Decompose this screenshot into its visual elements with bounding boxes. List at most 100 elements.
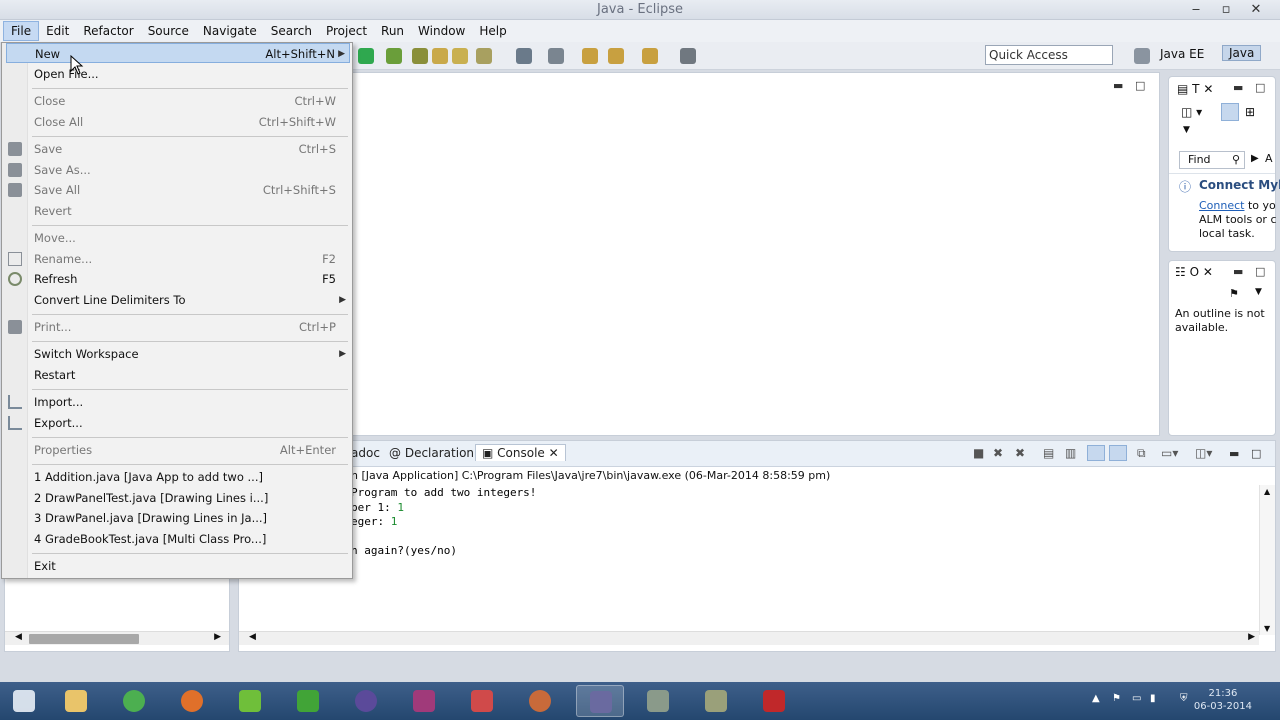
menu-refactor[interactable]: Refactor [76,22,140,40]
scheduled-icon[interactable]: ⊞ [1245,105,1255,119]
minimize-icon[interactable]: ▬ [1233,81,1243,94]
menu-item-move[interactable]: Move... [6,228,350,248]
find-input[interactable]: Find ⚲ [1179,151,1245,169]
perspective-java-ee[interactable]: Java EE [1160,47,1204,61]
new-java-project-icon[interactable] [432,48,448,64]
tray-screen-icon[interactable]: ▭ [1132,693,1141,704]
menu-item-close[interactable]: Close Ctrl+W [6,91,350,111]
pin-console-icon[interactable]: ⧉ [1137,446,1146,461]
taskbar-chrome[interactable] [110,685,158,717]
terminate-icon[interactable]: ■ [973,446,984,460]
all-filter[interactable]: A [1265,152,1273,165]
menu-item-restart[interactable]: Restart [6,365,350,385]
maximize-button[interactable]: ▫ [1214,1,1238,19]
scroll-up-icon[interactable]: ▲ [1264,487,1270,496]
view-menu-icon[interactable]: ▼ [1183,125,1190,135]
minimize-icon[interactable]: ▬ [1113,79,1123,92]
menu-item-rename[interactable]: Rename... F2 [6,249,350,269]
external-tools-icon[interactable] [412,48,428,64]
taskbar-app-12[interactable] [692,685,740,717]
open-perspective-icon[interactable] [1134,48,1150,64]
scroll-down-icon[interactable]: ▼ [1264,624,1270,633]
remove-launch-icon[interactable]: ✖ [993,446,1003,460]
scroll-lock-icon[interactable]: ▥ [1065,446,1076,460]
taskbar-winrar[interactable] [400,685,448,717]
menu-help[interactable]: Help [472,22,513,40]
maximize-icon[interactable]: □ [1255,81,1265,94]
close-icon[interactable]: ✕ [1203,82,1213,96]
next-icon[interactable]: ▶ [1251,153,1259,164]
menu-item-new[interactable]: New Alt+Shift+N ▶ [6,43,350,63]
search-icon[interactable] [548,48,564,64]
taskbar-app-13[interactable] [750,685,798,717]
tab-javadoc[interactable]: adoc [351,446,380,460]
taskbar-qt[interactable] [284,685,332,717]
debug-icon[interactable] [386,48,402,64]
perspective-java[interactable]: Java [1222,45,1262,61]
tray-expand-icon[interactable]: ▲ [1092,693,1100,704]
menu-edit[interactable]: Edit [39,22,76,40]
taskbar-app-10[interactable] [576,685,624,717]
menu-item-exit[interactable]: Exit [6,556,350,576]
quick-access-input[interactable]: Quick Access [985,45,1113,65]
close-icon[interactable]: ✕ [1203,265,1213,279]
minimize-icon[interactable]: ▬ [1233,265,1243,278]
annotation-icon[interactable] [582,48,598,64]
minimize-icon[interactable]: ▬ [1229,447,1239,460]
package-explorer-hscroll[interactable]: ◀ ▶ [5,631,229,645]
menu-item-save-as[interactable]: Save As... [6,160,350,180]
maximize-icon[interactable]: □ [1255,265,1265,278]
minimize-button[interactable]: ‒ [1184,1,1208,19]
scroll-right-icon[interactable]: ▶ [1248,632,1255,642]
new-class-icon[interactable] [476,48,492,64]
outline-tab[interactable]: ☷ O ✕ [1175,265,1213,279]
console-vscroll[interactable]: ▲ ▼ [1259,485,1275,635]
forward-icon[interactable] [642,48,658,64]
close-icon[interactable]: ✕ [549,446,559,460]
menu-item-properties[interactable]: Properties Alt+Enter [6,440,350,460]
tray-shield-icon[interactable]: ⛨ [1180,693,1188,704]
menu-window[interactable]: Window [411,22,472,40]
menu-item-save[interactable]: Save Ctrl+S [6,139,350,159]
menu-file[interactable]: File [3,21,40,41]
display-console-icon[interactable]: ▭▾ [1161,446,1178,460]
clear-console-icon[interactable]: ▤ [1043,446,1054,460]
editor-area[interactable]: ▬ □ [352,72,1160,436]
package-explorer[interactable]: ◀ ▶ [4,578,230,652]
menu-item-close-all[interactable]: Close All Ctrl+Shift+W [6,112,350,132]
remove-all-icon[interactable]: ✖ [1015,446,1025,460]
menu-navigate[interactable]: Navigate [196,22,264,40]
show-on-output-icon[interactable] [1087,445,1105,461]
task-list-tab[interactable]: ▤ T ✕ [1177,82,1213,96]
categorized-icon[interactable] [1221,103,1239,121]
console-hscroll[interactable]: ◀ ▶ [239,631,1259,645]
taskbar-clock[interactable]: 21:36 06-03-2014 [1194,687,1252,713]
menu-run[interactable]: Run [374,22,411,40]
taskbar-utorrent[interactable] [226,685,274,717]
menu-item-recent-1[interactable]: 1 Addition.java [Java App to add two ...… [6,467,350,487]
focus-icon[interactable]: ⚑ [1229,287,1239,300]
scroll-thumb[interactable] [29,634,139,644]
new-package-icon[interactable] [452,48,468,64]
show-on-error-icon[interactable] [1109,445,1127,461]
scroll-left-icon[interactable]: ◀ [15,632,22,642]
menu-item-save-all[interactable]: Save All Ctrl+Shift+S [6,180,350,200]
menu-source[interactable]: Source [141,22,196,40]
menu-item-convert-line-delimiters[interactable]: Convert Line Delimiters To ▶ [6,290,350,310]
back-icon[interactable] [608,48,624,64]
menu-item-revert[interactable]: Revert [6,201,350,221]
tray-network-icon[interactable]: ▮ [1150,693,1156,704]
open-console-icon[interactable]: ◫▾ [1195,446,1212,460]
console-output[interactable]: Program to add two integers! ber 1: 1 eg… [351,486,536,559]
menu-item-open-file[interactable]: Open File... [6,64,350,84]
menu-item-recent-3[interactable]: 3 DrawPanel.java [Drawing Lines in Ja...… [6,508,350,528]
menu-item-import[interactable]: Import... [6,392,350,412]
tab-console[interactable]: ▣ Console ✕ [475,444,566,461]
maximize-icon[interactable]: □ [1135,79,1145,92]
menu-item-recent-2[interactable]: 2 DrawPanelTest.java [Drawing Lines i...… [6,488,350,508]
scroll-left-icon[interactable]: ◀ [249,632,256,642]
tray-flag-icon[interactable]: ⚑ [1112,693,1121,704]
scroll-right-icon[interactable]: ▶ [214,632,221,642]
menu-item-refresh[interactable]: Refresh F5 [6,269,350,289]
taskbar-app-9[interactable] [516,685,564,717]
